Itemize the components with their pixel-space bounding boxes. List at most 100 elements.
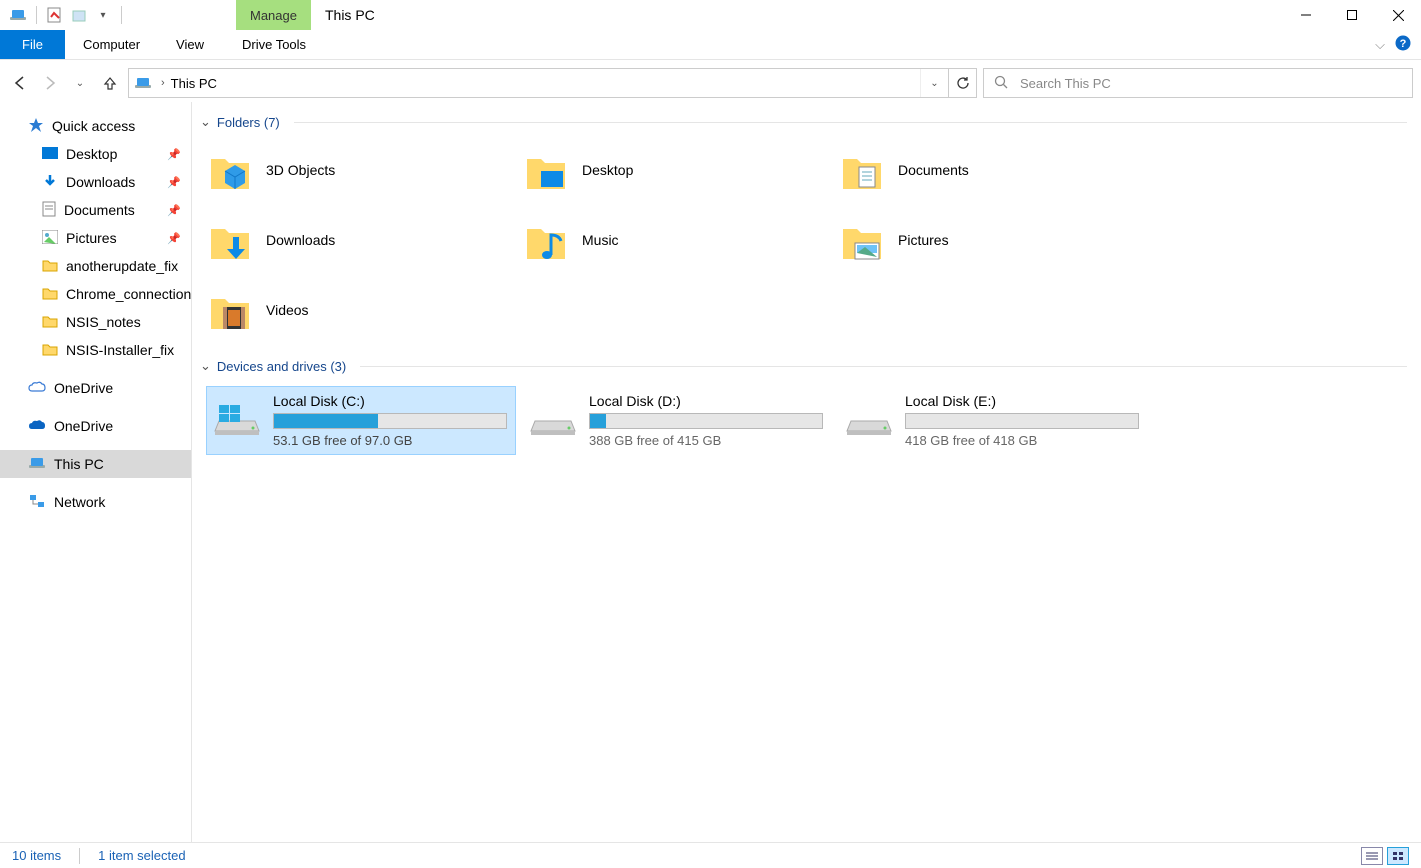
drive-usage-bar: [589, 413, 823, 429]
new-folder-button[interactable]: [67, 3, 91, 27]
folder-label: Music: [582, 232, 619, 248]
sidebar-label: Pictures: [66, 230, 117, 246]
drive-label: Local Disk (C:): [273, 393, 509, 409]
sidebar-item-downloads[interactable]: Downloads 📌: [0, 168, 191, 196]
tab-drive-tools-label: Drive Tools: [242, 37, 306, 52]
separator: [79, 848, 80, 864]
sidebar-label: NSIS_notes: [66, 314, 141, 330]
sidebar-item-folder[interactable]: NSIS-Installer_fix: [0, 336, 191, 364]
folders-grid: 3D Objects Desktop Documents Downloads M…: [196, 134, 1411, 354]
sidebar-label: NSIS-Installer_fix: [66, 342, 174, 358]
sidebar-item-folder[interactable]: Chrome_connection: [0, 280, 191, 308]
sidebar-item-onedrive[interactable]: OneDrive: [0, 412, 191, 440]
search-icon: [994, 75, 1008, 92]
address-bar[interactable]: › This PC ⌄: [128, 68, 977, 98]
address-history-dropdown[interactable]: ⌄: [920, 69, 948, 97]
sidebar-item-folder[interactable]: anotherupdate_fix: [0, 252, 191, 280]
folder-downloads[interactable]: Downloads: [206, 212, 516, 268]
tab-view[interactable]: View: [158, 30, 222, 59]
sidebar-label: Chrome_connection: [66, 286, 191, 302]
refresh-button[interactable]: [948, 69, 976, 97]
sidebar-item-network[interactable]: Network: [0, 488, 191, 516]
folder-pictures[interactable]: Pictures: [838, 212, 1148, 268]
breadcrumb-label: This PC: [171, 76, 217, 91]
tab-computer[interactable]: Computer: [65, 30, 158, 59]
group-header-label: Devices and drives (3): [217, 359, 346, 374]
up-button[interactable]: [98, 69, 122, 97]
documents-folder-icon: [838, 146, 886, 194]
onedrive-outline-icon: [28, 380, 46, 396]
folder-label: 3D Objects: [266, 162, 335, 178]
drive-tile[interactable]: Local Disk (D:)388 GB free of 415 GB: [522, 386, 832, 455]
help-button[interactable]: ?: [1395, 35, 1411, 54]
pictures-icon: [42, 230, 58, 247]
separator: [121, 6, 122, 24]
folder-icon: [42, 342, 58, 359]
title-bar: ▾ Manage This PC: [0, 0, 1421, 30]
quick-access-icon: [28, 117, 44, 136]
details-view-button[interactable]: [1361, 847, 1383, 865]
drive-usage-bar: [905, 413, 1139, 429]
sidebar-item-pictures[interactable]: Pictures 📌: [0, 224, 191, 252]
folder-music[interactable]: Music: [522, 212, 832, 268]
sidebar-item-documents[interactable]: Documents 📌: [0, 196, 191, 224]
breadcrumb-chevron-icon[interactable]: ›: [157, 77, 169, 89]
tab-drive-tools[interactable]: Drive Tools: [224, 30, 324, 59]
close-button[interactable]: [1375, 0, 1421, 30]
contextual-tab-manage[interactable]: Manage: [236, 0, 311, 30]
back-button[interactable]: [8, 69, 32, 97]
drive-usage-bar: [273, 413, 507, 429]
pictures-folder-icon: [838, 216, 886, 264]
desktop-icon: [42, 146, 58, 162]
status-selection: 1 item selected: [98, 848, 185, 863]
folder-3d-objects[interactable]: 3D Objects: [206, 142, 516, 198]
group-header-folders[interactable]: ⌄ Folders (7): [196, 110, 1411, 134]
status-bar: 10 items 1 item selected: [0, 842, 1421, 868]
folder-label: Desktop: [582, 162, 633, 178]
documents-icon: [42, 201, 56, 220]
drive-tile[interactable]: Local Disk (E:)418 GB free of 418 GB: [838, 386, 1148, 455]
sidebar-item-folder[interactable]: NSIS_notes: [0, 308, 191, 336]
folder-desktop[interactable]: Desktop: [522, 142, 832, 198]
sidebar-item-onedrive[interactable]: OneDrive: [0, 374, 191, 402]
folder-videos[interactable]: Videos: [206, 282, 516, 338]
tab-file-label: File: [22, 37, 43, 52]
tab-file[interactable]: File: [0, 30, 65, 59]
drive-tile[interactable]: Local Disk (C:) 53.1 GB free of 97.0 GB: [206, 386, 516, 455]
folder-label: Documents: [898, 162, 969, 178]
tab-view-label: View: [176, 37, 204, 52]
search-input[interactable]: [1020, 76, 1402, 91]
quick-access-toolbar: ▾: [0, 3, 128, 27]
music-folder-icon: [522, 216, 570, 264]
contextual-tab-label: Manage: [250, 8, 297, 23]
group-header-drives[interactable]: ⌄ Devices and drives (3): [196, 354, 1411, 378]
status-item-count: 10 items: [12, 848, 61, 863]
window-title: This PC: [325, 7, 375, 23]
search-box[interactable]: [983, 68, 1413, 98]
recent-locations-dropdown[interactable]: ⌄: [68, 69, 92, 97]
tab-computer-label: Computer: [83, 37, 140, 52]
divider: [294, 122, 1407, 123]
sidebar-item-desktop[interactable]: Desktop 📌: [0, 140, 191, 168]
sidebar-item-this-pc[interactable]: This PC: [0, 450, 191, 478]
large-icons-view-button[interactable]: [1387, 847, 1409, 865]
sidebar-label: Documents: [64, 202, 135, 218]
qat-customize-dropdown[interactable]: ▾: [91, 3, 115, 27]
properties-button[interactable]: [43, 3, 67, 27]
folder-documents[interactable]: Documents: [838, 142, 1148, 198]
system-menu-icon[interactable]: [6, 3, 30, 27]
folder-label: Pictures: [898, 232, 949, 248]
forward-button[interactable]: [38, 69, 62, 97]
drive-free-text: 53.1 GB free of 97.0 GB: [273, 433, 509, 448]
this-pc-icon: [129, 75, 157, 91]
breadcrumb[interactable]: This PC: [169, 76, 223, 91]
downloads-icon: [42, 173, 58, 192]
sidebar-item-quick-access[interactable]: Quick access: [0, 112, 191, 140]
minimize-button[interactable]: [1283, 0, 1329, 30]
this-pc-icon: [28, 455, 46, 474]
chevron-down-icon: ⌄: [200, 358, 211, 374]
ribbon-expand-button[interactable]: ⌵: [1375, 37, 1385, 53]
desktop-folder-icon: [522, 146, 570, 194]
sidebar-label: OneDrive: [54, 418, 113, 434]
maximize-button[interactable]: [1329, 0, 1375, 30]
